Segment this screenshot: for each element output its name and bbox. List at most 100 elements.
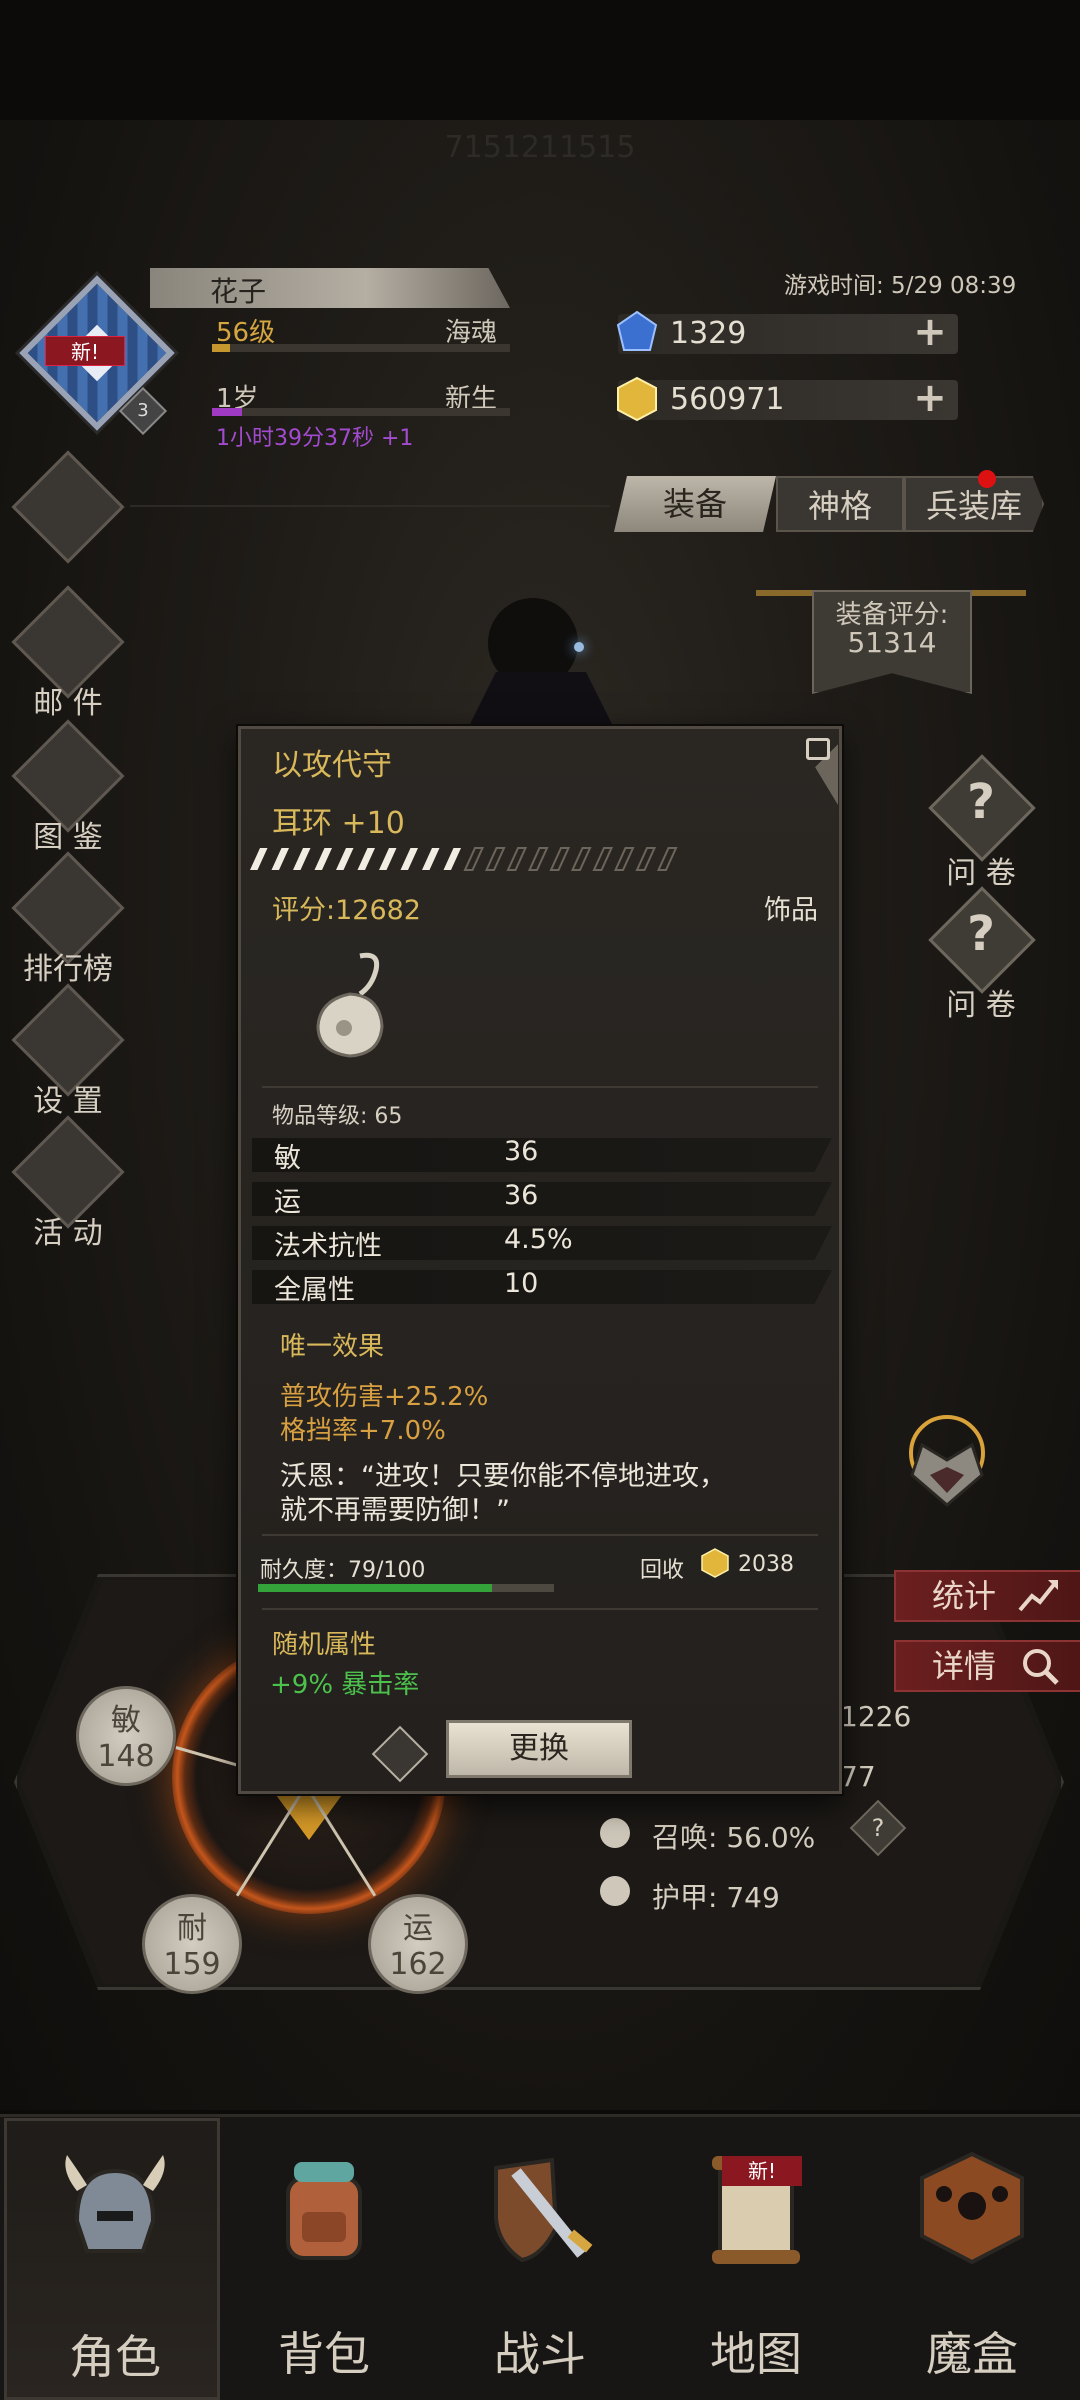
equip-score-value: 51314 [847, 626, 937, 659]
item-set-name: 以攻代守 [272, 748, 392, 783]
survey-label: 问 卷 [946, 988, 1016, 1023]
gem-count: 1329 [670, 316, 747, 351]
property-value: 10 [504, 1268, 539, 1299]
attr-luck-name: 运 [403, 1911, 433, 1946]
attr-endurance[interactable]: 耐 159 [142, 1894, 242, 1994]
stat-summon: 召唤: 56.0% [652, 1821, 816, 1854]
tooltip-divider [262, 1534, 818, 1536]
new-badge: 新! [45, 336, 125, 366]
enhance-segment [379, 848, 397, 870]
gold-counter: 560971 + [617, 376, 958, 422]
mail-button[interactable]: 邮 件 [10, 585, 126, 721]
nav-battle[interactable]: 战斗 [432, 2118, 648, 2400]
gem-icon [616, 310, 658, 351]
settings-button[interactable]: 设 置 [10, 983, 126, 1119]
property-name: 运 [274, 1187, 301, 1218]
level-progress-fill [212, 344, 230, 352]
tooltip-divider [262, 1608, 818, 1610]
name-plate [150, 268, 510, 308]
tab-armory[interactable]: 兵装库 [904, 476, 1044, 532]
item-category: 饰品 [764, 895, 818, 926]
avatar-level-text: 3 [137, 400, 149, 421]
swap-equipment-button[interactable]: 更换 [446, 1720, 632, 1778]
enhance-segment [293, 848, 311, 870]
gold-icon [701, 1548, 729, 1578]
recycle-value: 2038 [738, 1552, 794, 1577]
attr-endurance-value: 159 [163, 1947, 221, 1982]
attr-agility-name: 敏 [111, 1703, 141, 1738]
stat-armor: 护甲: 749 [652, 1881, 780, 1914]
age-progress-fill [212, 408, 242, 416]
enhance-segment [613, 847, 635, 871]
details-label: 详情 [932, 1647, 997, 1685]
nav-map-label: 地图 [710, 2327, 802, 2381]
nav-character-label: 角色 [69, 2330, 161, 2384]
nav-backpack[interactable]: 背包 [216, 2118, 432, 2400]
nav-magic-box-label: 魔盒 [926, 2327, 1018, 2381]
chevron-down-icon [11, 450, 125, 564]
map-new-badge: 新! [722, 2156, 802, 2186]
attr-agility[interactable]: 敏 148 [76, 1686, 176, 1786]
lock-icon[interactable] [806, 738, 830, 760]
unique-effect-header: 唯一效果 [280, 1332, 385, 1362]
attr-luck[interactable]: 运 162 [368, 1894, 468, 1994]
stat-partial-1: 1226 [840, 1700, 912, 1733]
survey-button-2[interactable]: ? 问 卷 [926, 886, 1036, 1023]
hero-eye [574, 642, 584, 652]
codex-label: 图 鉴 [33, 820, 103, 855]
age-timer: 1小时39分37秒 +1 [216, 426, 414, 451]
player-uid: 7151211515 [444, 130, 636, 165]
item-score: 评分:12682 [272, 895, 421, 926]
mail-label: 邮 件 [33, 686, 103, 721]
level-progress-bar [212, 344, 510, 352]
item-name: 耳环 +10 [272, 806, 405, 841]
talent-emblem-icon[interactable] [892, 1405, 1002, 1515]
durability-bar-fill [258, 1584, 492, 1592]
enhance-segment [336, 848, 354, 870]
events-button[interactable]: 活 动 [10, 1115, 126, 1251]
property-row-bg [252, 1182, 832, 1216]
codex-button[interactable]: 图 鉴 [10, 719, 126, 855]
attr-agility-value: 148 [97, 1739, 155, 1774]
tab-equipment[interactable]: 装备 [614, 476, 776, 532]
events-label: 活 动 [33, 1216, 103, 1251]
enhance-segment [314, 848, 332, 870]
survey-button-1[interactable]: ? 问 卷 [926, 754, 1036, 891]
nav-magic-box[interactable]: 魔盒 [864, 2118, 1080, 2400]
magic-cube-icon [920, 2151, 1024, 2265]
item-property: 运 36 [252, 1178, 832, 1218]
nav-map[interactable]: 新! 地图 [648, 2118, 864, 2400]
enhance-segment [635, 847, 657, 871]
random-attr-line: +9% 暴击率 [270, 1670, 420, 1700]
nav-character[interactable]: 角色 [4, 2118, 220, 2400]
enhance-progress-bar [250, 847, 678, 871]
gold-icon [617, 376, 657, 422]
tooltip-divider [262, 1086, 818, 1088]
item-property: 敏 36 [252, 1134, 832, 1174]
enhance-segment [271, 848, 289, 870]
item-property: 法术抗性 4.5% [252, 1222, 832, 1262]
tab-divine[interactable]: 神格 [776, 476, 904, 532]
settings-label: 设 置 [33, 1084, 103, 1119]
ranking-button[interactable]: 排行榜 [10, 851, 126, 987]
trend-up-icon [1018, 1580, 1058, 1612]
property-value: 36 [504, 1136, 539, 1167]
age-progress-bar [212, 408, 510, 416]
add-gold-button[interactable]: + [910, 378, 950, 420]
summon-icon [600, 1818, 630, 1848]
gem-counter: 1329 + [616, 310, 958, 354]
enhance-segment [463, 847, 485, 871]
enhance-segment [549, 847, 571, 871]
random-attr-header: 随机属性 [272, 1630, 377, 1660]
property-value: 4.5% [504, 1224, 573, 1255]
add-gems-button[interactable]: + [910, 312, 950, 354]
item-property: 全属性 10 [252, 1266, 832, 1306]
expand-menu-button[interactable] [10, 450, 126, 564]
property-name: 法术抗性 [274, 1231, 382, 1262]
gold-count: 560971 [670, 382, 785, 417]
enhance-segment [484, 847, 506, 871]
enhance-segment [527, 847, 549, 871]
recycle-label: 回收 [640, 1558, 685, 1583]
enhance-segment [400, 848, 418, 870]
sword-shield-icon [494, 2157, 593, 2263]
